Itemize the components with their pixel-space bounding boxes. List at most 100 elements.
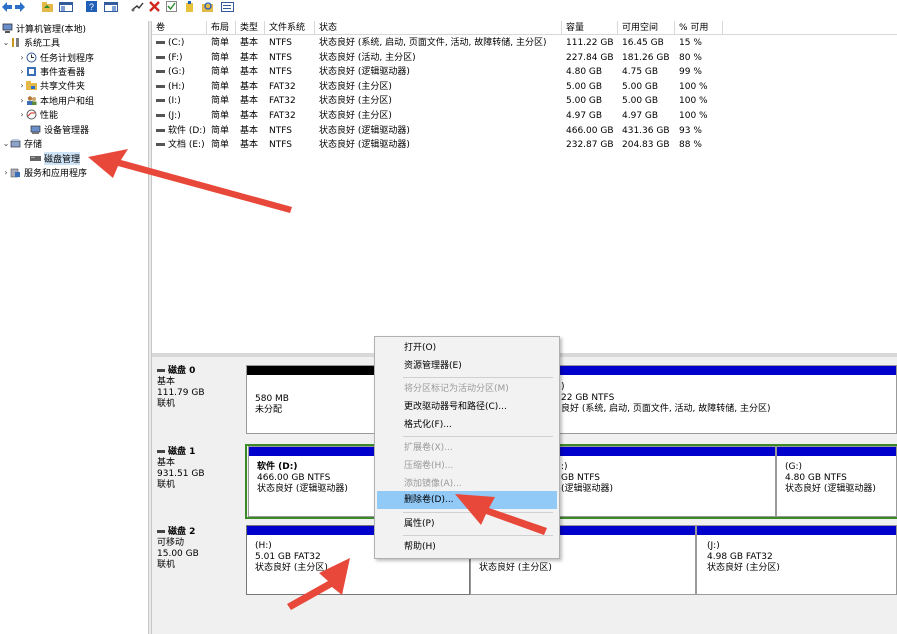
tree-disk-management[interactable]: 磁盘管理 — [26, 152, 81, 165]
chevron-down-icon[interactable]: ⌄ — [2, 139, 10, 148]
table-cell[interactable]: 15 % — [675, 36, 727, 50]
forward-arrow-icon[interactable] — [15, 1, 25, 12]
partition-g[interactable]: (G:) 4.80 GB NTFS 状态良好 (逻辑驱动器) — [776, 446, 897, 517]
chevron-right-icon[interactable]: › — [18, 110, 26, 119]
tree-event-viewer[interactable]: › 事件查看器 — [18, 65, 85, 78]
table-cell[interactable]: FAT32 — [265, 94, 319, 108]
menu-delete-volume[interactable]: 删除卷(D)... — [377, 491, 557, 509]
delete-x-icon[interactable] — [149, 1, 160, 12]
volume-name-cell[interactable]: (J:) — [152, 109, 211, 123]
table-cell[interactable]: 5.00 GB — [562, 80, 622, 94]
disk-2-label[interactable]: 磁盘 2 可移动 15.00 GB 联机 — [152, 523, 244, 600]
table-cell[interactable]: NTFS — [265, 124, 319, 138]
tree-services-apps[interactable]: › 服务和应用程序 — [2, 166, 87, 179]
table-cell[interactable]: FAT32 — [265, 80, 319, 94]
tree-shared-folders[interactable]: › 共享文件夹 — [18, 79, 85, 92]
table-cell[interactable]: 80 % — [675, 51, 727, 65]
table-cell[interactable]: 204.83 GB — [618, 138, 679, 152]
table-cell[interactable]: 5.00 GB — [618, 94, 679, 108]
tree-system-tools[interactable]: ⌄ 系统工具 — [2, 36, 60, 49]
volume-name-cell[interactable]: 文档 (E:) — [152, 138, 211, 152]
table-cell[interactable]: NTFS — [265, 138, 319, 152]
table-cell[interactable]: 88 % — [675, 138, 727, 152]
table-cell[interactable]: 状态良好 (活动, 主分区) — [315, 51, 566, 65]
table-cell[interactable]: 100 % — [675, 80, 727, 94]
table-cell[interactable]: 227.84 GB — [562, 51, 622, 65]
table-cell[interactable]: 181.26 GB — [618, 51, 679, 65]
table-cell[interactable]: 5.00 GB — [562, 94, 622, 108]
column-header[interactable]: 布局 — [207, 21, 236, 35]
search-folder-icon[interactable] — [202, 1, 213, 12]
partition-j[interactable]: (J:) 4.98 GB FAT32 状态良好 (主分区) — [696, 525, 897, 595]
column-header[interactable]: 文件系统 — [265, 21, 315, 35]
table-cell[interactable]: 100 % — [675, 109, 727, 123]
table-cell[interactable]: 100 % — [675, 94, 727, 108]
console-tree-icon[interactable] — [59, 1, 73, 12]
table-cell[interactable]: 99 % — [675, 65, 727, 79]
table-cell[interactable]: 111.22 GB — [562, 36, 622, 50]
chevron-right-icon[interactable]: › — [18, 96, 26, 105]
back-arrow-icon[interactable] — [2, 1, 12, 12]
partition-e[interactable]: :) GB NTFS (逻辑驱动器) — [552, 446, 776, 517]
menu-explorer[interactable]: 资源管理器(E) — [377, 357, 557, 375]
menu-change-letter[interactable]: 更改驱动器号和路径(C)... — [377, 398, 557, 416]
table-cell[interactable]: 232.87 GB — [562, 138, 622, 152]
volume-name-cell[interactable]: 软件 (D:) — [152, 124, 211, 138]
chevron-right-icon[interactable]: › — [18, 81, 26, 90]
column-header[interactable]: 类型 — [236, 21, 265, 35]
column-header[interactable]: 可用空间 — [618, 21, 675, 35]
key-icon[interactable] — [184, 1, 195, 12]
table-cell[interactable]: 431.36 GB — [618, 124, 679, 138]
help-icon[interactable]: ? — [86, 1, 97, 12]
column-header[interactable]: 容量 — [562, 21, 618, 35]
volume-name-cell[interactable]: (G:) — [152, 65, 211, 79]
table-cell[interactable]: 93 % — [675, 124, 727, 138]
tree-device-manager[interactable]: 设备管理器 — [26, 123, 89, 136]
table-cell[interactable]: NTFS — [265, 65, 319, 79]
table-cell[interactable]: NTFS — [265, 36, 319, 50]
connect-icon[interactable] — [131, 1, 144, 12]
check-list-icon[interactable] — [166, 1, 177, 12]
chevron-down-icon[interactable]: ⌄ — [2, 38, 10, 47]
table-cell[interactable]: 16.45 GB — [618, 36, 679, 50]
tree-performance[interactable]: › 性能 — [18, 108, 58, 121]
column-header[interactable]: 状态 — [315, 21, 562, 35]
table-cell[interactable]: 4.97 GB — [562, 109, 622, 123]
chevron-right-icon[interactable]: › — [18, 67, 26, 76]
menu-shrink[interactable]: 压缩卷(H)... — [377, 457, 557, 475]
table-cell[interactable]: 466.00 GB — [562, 124, 622, 138]
volume-name-cell[interactable]: (H:) — [152, 80, 211, 94]
partition-unallocated[interactable]: 580 MB 未分配 — [246, 365, 376, 434]
menu-extend[interactable]: 扩展卷(X)... — [377, 439, 557, 457]
menu-mark-active[interactable]: 将分区标记为活动分区(M) — [377, 380, 557, 398]
table-cell[interactable]: 状态良好 (逻辑驱动器) — [315, 65, 566, 79]
volume-name-cell[interactable]: (I:) — [152, 94, 211, 108]
table-cell[interactable]: 4.97 GB — [618, 109, 679, 123]
tree-task-scheduler[interactable]: › 任务计划程序 — [18, 51, 94, 64]
table-cell[interactable]: 4.75 GB — [618, 65, 679, 79]
chevron-right-icon[interactable]: › — [18, 53, 26, 62]
properties-window-icon[interactable] — [221, 1, 234, 12]
menu-format[interactable]: 格式化(F)... — [377, 416, 557, 434]
tree-storage[interactable]: ⌄ 存储 — [2, 137, 42, 150]
chevron-right-icon[interactable]: › — [2, 168, 10, 177]
menu-open[interactable]: 打开(O) — [377, 339, 557, 357]
column-header[interactable]: 卷 — [152, 21, 207, 35]
tree-root[interactable]: 计算机管理(本地) — [2, 22, 86, 35]
table-cell[interactable]: 状态良好 (主分区) — [315, 109, 566, 123]
table-cell[interactable]: 4.80 GB — [562, 65, 622, 79]
volume-name-cell[interactable]: (C:) — [152, 36, 211, 50]
table-cell[interactable]: FAT32 — [265, 109, 319, 123]
table-cell[interactable]: 5.00 GB — [618, 80, 679, 94]
menu-help[interactable]: 帮助(H) — [377, 538, 557, 556]
table-cell[interactable]: 状态良好 (逻辑驱动器) — [315, 138, 566, 152]
volume-name-cell[interactable]: (F:) — [152, 51, 211, 65]
table-cell[interactable]: 状态良好 (系统, 启动, 页面文件, 活动, 故障转储, 主分区) — [315, 36, 566, 50]
up-folder-icon[interactable] — [42, 1, 53, 12]
disk-1-label[interactable]: 磁盘 1 基本 931.51 GB 联机 — [152, 443, 244, 518]
table-cell[interactable]: 状态良好 (主分区) — [315, 80, 566, 94]
menu-properties[interactable]: 属性(P) — [377, 515, 557, 533]
disk-0-label[interactable]: 磁盘 0 基本 111.79 GB 联机 — [152, 362, 244, 439]
table-cell[interactable]: NTFS — [265, 51, 319, 65]
column-header[interactable]: % 可用 — [675, 21, 723, 35]
